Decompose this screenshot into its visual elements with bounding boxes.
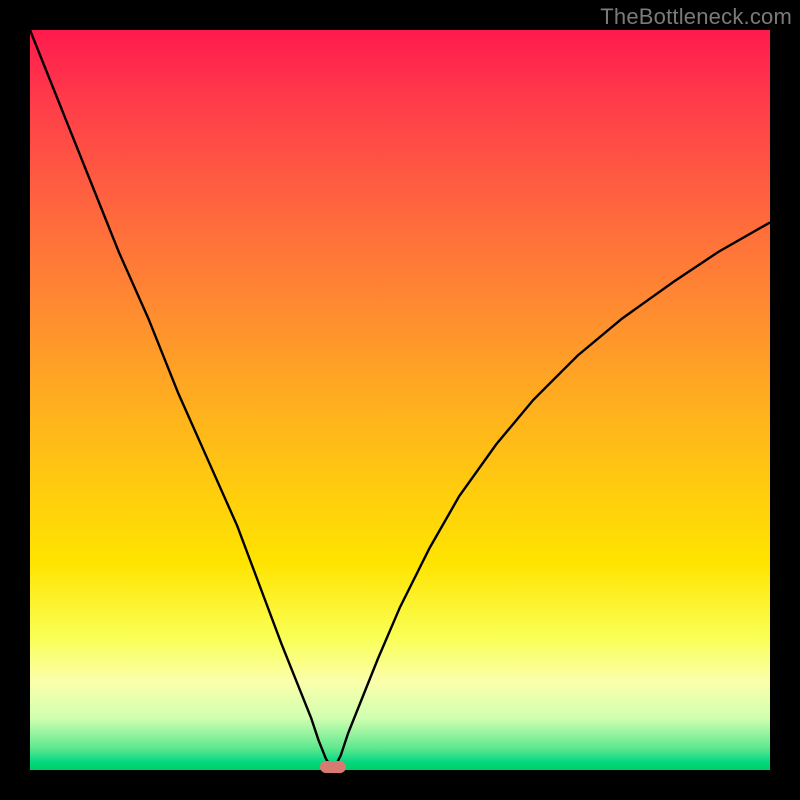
chart-frame: TheBottleneck.com — [0, 0, 800, 800]
bottleneck-curve — [30, 30, 770, 770]
watermark-text: TheBottleneck.com — [600, 4, 792, 30]
optimum-marker — [320, 761, 346, 773]
curve-left-branch — [30, 30, 333, 770]
curve-right-branch — [333, 222, 770, 770]
